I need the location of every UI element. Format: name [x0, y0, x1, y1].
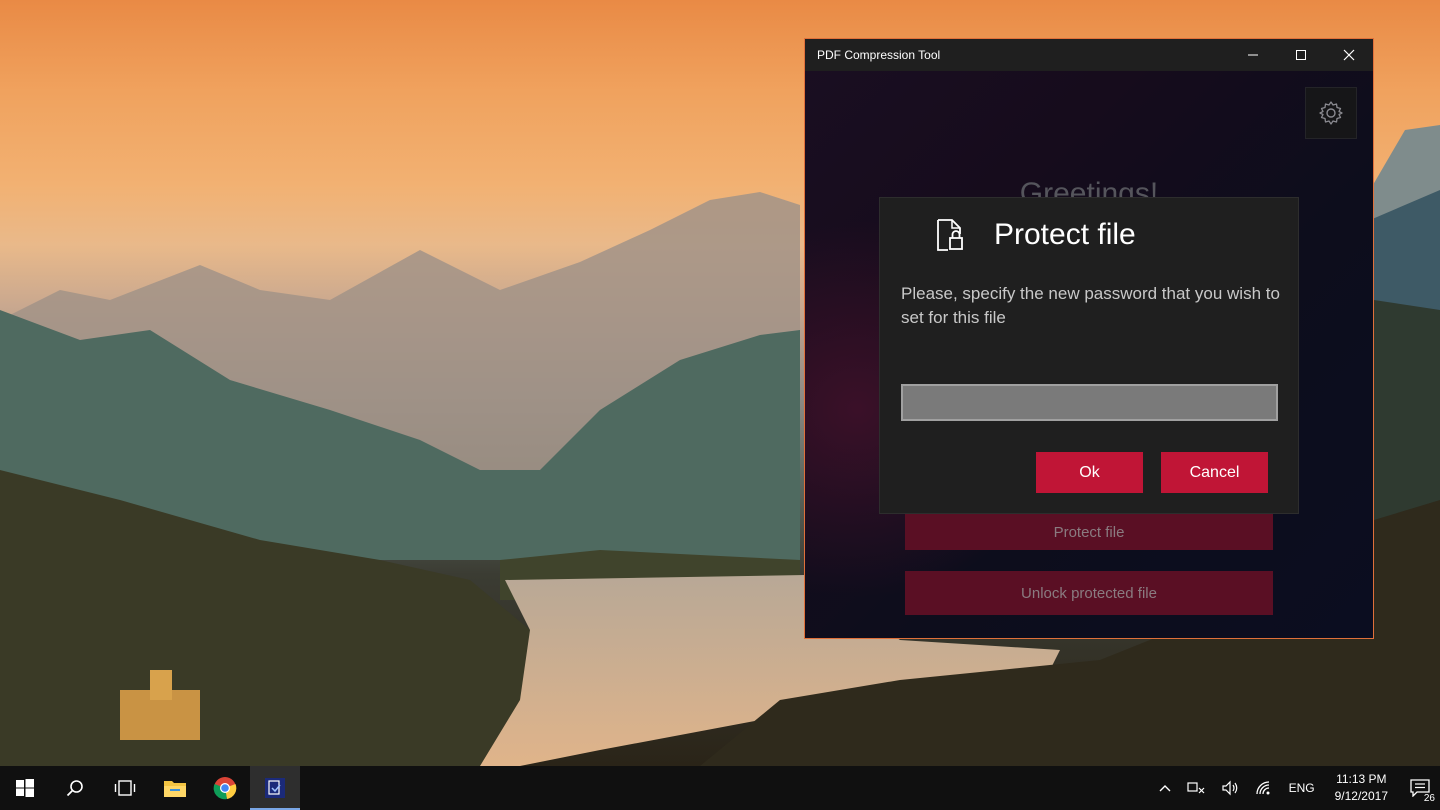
close-button[interactable] — [1325, 39, 1373, 71]
action-center-button[interactable]: 26 — [1400, 766, 1440, 810]
pdf-tool-icon — [265, 778, 285, 798]
start-button[interactable] — [0, 766, 50, 810]
unlock-file-button[interactable]: Unlock protected file — [905, 571, 1273, 615]
system-tray: ENG 11:13 PM 9/12/2017 26 — [1151, 766, 1440, 810]
windows-logo-icon — [16, 779, 34, 797]
close-icon — [1343, 49, 1355, 61]
task-view-icon — [114, 780, 136, 796]
settings-button[interactable] — [1305, 87, 1357, 139]
cancel-button[interactable]: Cancel — [1161, 452, 1268, 493]
protect-file-dialog: Protect file Please, specify the new pas… — [879, 197, 1299, 514]
ok-button[interactable]: Ok — [1036, 452, 1143, 493]
maximize-icon — [1296, 50, 1306, 60]
chrome-button[interactable] — [200, 766, 250, 810]
clock-date: 9/12/2017 — [1334, 789, 1388, 803]
file-explorer-button[interactable] — [150, 766, 200, 810]
minimize-button[interactable] — [1229, 39, 1277, 71]
volume-button[interactable] — [1213, 766, 1247, 810]
network-status-button[interactable] — [1179, 766, 1213, 810]
clock[interactable]: 11:13 PM 9/12/2017 — [1323, 771, 1400, 805]
wifi-button[interactable] — [1247, 766, 1281, 810]
language-indicator[interactable]: ENG — [1281, 766, 1323, 810]
volume-icon — [1221, 780, 1237, 796]
password-input[interactable] — [901, 384, 1278, 421]
file-explorer-icon — [164, 781, 186, 797]
task-view-button[interactable] — [100, 766, 150, 810]
window-title: PDF Compression Tool — [817, 48, 941, 62]
chevron-up-icon — [1159, 785, 1171, 792]
dialog-title: Protect file — [994, 218, 1136, 251]
search-icon — [66, 780, 83, 797]
minimize-icon — [1248, 54, 1258, 56]
protect-file-button[interactable]: Protect file — [905, 514, 1273, 550]
clock-time: 11:13 PM — [1336, 772, 1387, 786]
network-icon — [1186, 782, 1205, 794]
taskbar: ENG 11:13 PM 9/12/2017 26 — [0, 766, 1440, 810]
search-button[interactable] — [50, 766, 100, 810]
chrome-icon — [213, 777, 237, 800]
pdf-tool-button[interactable] — [250, 766, 300, 810]
dialog-header: Protect file — [934, 218, 1136, 252]
notification-count-badge: 26 — [1422, 793, 1436, 804]
title-bar[interactable]: PDF Compression Tool — [805, 39, 1373, 71]
wifi-icon — [1255, 781, 1270, 795]
dialog-message: Please, specify the new password that yo… — [901, 284, 1280, 327]
gear-icon — [1319, 101, 1343, 125]
show-hidden-icons-button[interactable] — [1151, 766, 1179, 810]
lock-file-icon — [937, 219, 963, 251]
maximize-button[interactable] — [1277, 39, 1325, 71]
